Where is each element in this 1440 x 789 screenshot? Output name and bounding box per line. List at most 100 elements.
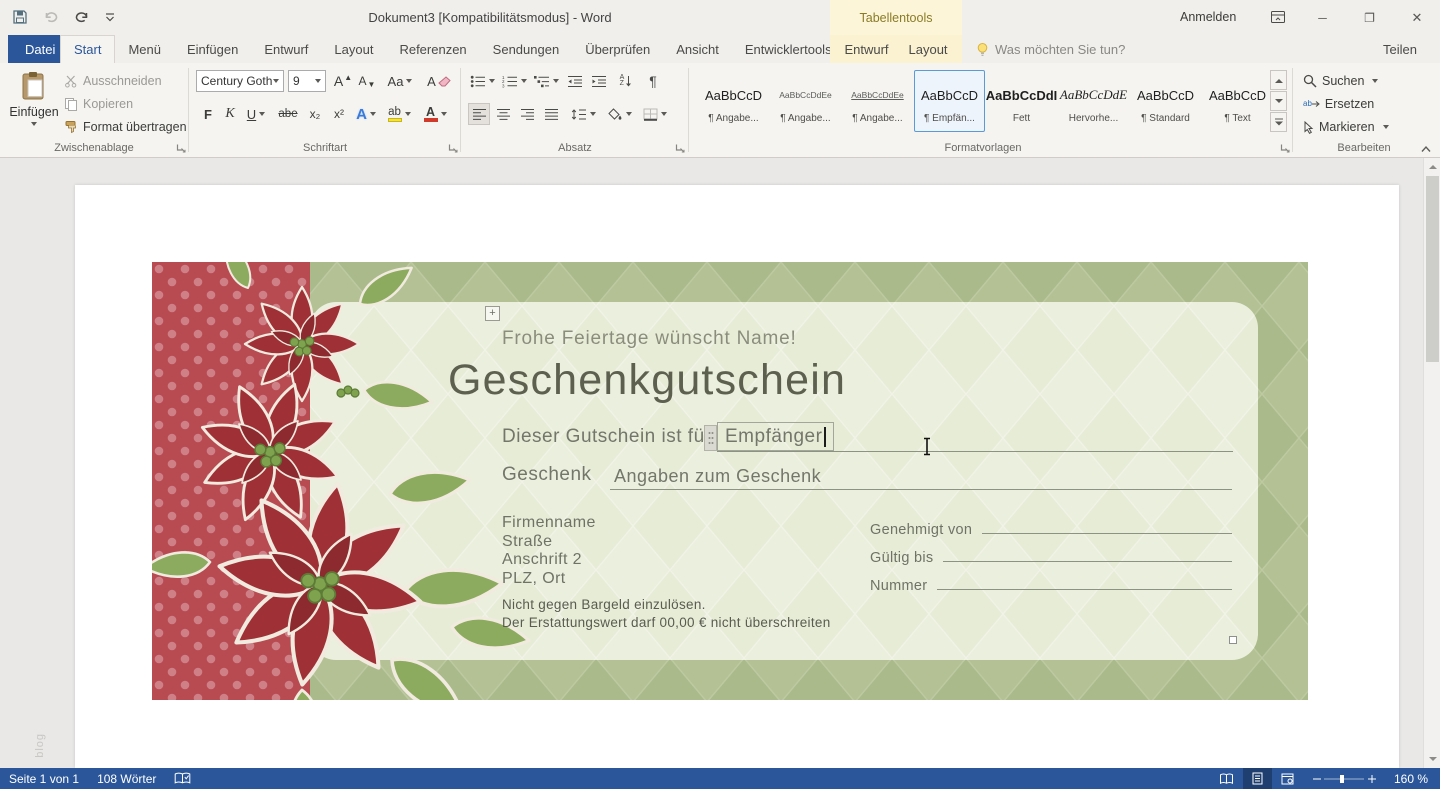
borders-button[interactable] [640,103,670,125]
styles-scroll-up-button[interactable] [1270,70,1287,90]
ribbon-display-options-icon[interactable] [1270,9,1286,25]
proofing-status-icon[interactable] [165,768,200,789]
paste-button[interactable]: Einfügen [10,69,58,139]
underline-button[interactable]: U [242,103,270,125]
tab-referenzen[interactable]: Referenzen [386,35,479,63]
maximize-button[interactable]: ❐ [1347,0,1392,35]
zoom-level[interactable]: 160 % [1385,768,1440,789]
paragraph-dialog-launcher-icon[interactable] [675,143,685,153]
tab-start[interactable]: Start [60,35,115,63]
tab-menue[interactable]: Menü [115,35,174,63]
tab-einfuegen[interactable]: Einfügen [174,35,251,63]
sort-button[interactable]: AZ [614,70,638,92]
approval-fields[interactable]: Genehmigt von Gültig bis Nummer [870,510,1232,594]
bullets-button[interactable] [468,70,496,92]
style-item[interactable]: AaBbCcD¶ Text [1202,70,1273,132]
style-item[interactable]: AaBbCcD¶ Angabe... [698,70,769,132]
web-layout-view-icon[interactable] [1272,768,1303,789]
table-resize-handle[interactable] [1229,636,1237,644]
numbering-button[interactable]: 123 [500,70,528,92]
gift-value[interactable]: Angaben zum Geschenk [614,466,821,487]
find-button[interactable]: Suchen [1303,74,1378,88]
word-count[interactable]: 108 Wörter [88,768,165,789]
undo-icon[interactable] [43,10,59,24]
style-item[interactable]: AaBbCcDdEe¶ Angabe... [770,70,841,132]
font-size-combo[interactable]: 9 [288,70,326,92]
scroll-thumb[interactable] [1426,176,1439,362]
line-spacing-button[interactable] [568,103,598,125]
copy-button[interactable]: Kopieren [64,97,133,111]
styles-scroll-down-button[interactable] [1270,91,1287,111]
recipient-field[interactable]: Empfänger [717,422,834,451]
font-color-button[interactable]: A [420,103,450,125]
tab-tabellentools-layout[interactable]: Layout [899,35,958,63]
clipboard-dialog-launcher-icon[interactable] [176,143,186,153]
shrink-font-button[interactable]: A▼ [356,70,378,92]
align-center-button[interactable] [492,103,514,125]
tab-layout[interactable]: Layout [321,35,386,63]
vertical-scrollbar[interactable] [1423,158,1440,768]
cut-button[interactable]: Ausschneiden [64,74,162,88]
style-item[interactable]: AaBbCcDdEHervorhe... [1058,70,1129,132]
company-block[interactable]: Firmenname Straße Anschrift 2 PLZ, Ort [502,514,596,588]
minimize-button[interactable]: ─ [1300,0,1345,35]
close-button[interactable]: ✕ [1394,0,1440,35]
align-right-button[interactable] [516,103,538,125]
tab-entwurf[interactable]: Entwurf [251,35,321,63]
shading-button[interactable] [604,103,634,125]
grow-font-button[interactable]: A▲ [332,70,354,92]
gift-certificate[interactable]: + Frohe Feiertage wünscht Name! Geschenk… [152,262,1308,700]
multilevel-list-button[interactable] [532,70,560,92]
font-dialog-launcher-icon[interactable] [448,143,458,153]
ribbon-tab-row: Datei Start Menü Einfügen Entwurf Layout… [0,35,1440,63]
save-icon[interactable] [12,9,28,25]
style-item[interactable]: AaBbCcDdIFett [986,70,1057,132]
gift-label: Geschenk [502,464,592,486]
scroll-down-button[interactable] [1424,751,1440,768]
clear-formatting-button[interactable]: A [424,70,454,92]
justify-button[interactable] [540,103,562,125]
italic-button[interactable]: K [220,103,240,125]
increase-indent-button[interactable] [588,70,610,92]
share-button[interactable]: Teilen [1370,35,1430,63]
text-effects-button[interactable]: A [354,103,378,125]
subscript-button[interactable]: x₂ [304,103,326,125]
scroll-up-button[interactable] [1424,158,1440,175]
tab-sendungen[interactable]: Sendungen [480,35,573,63]
highlight-color-button[interactable]: ab [384,103,414,125]
table-move-handle[interactable]: + [485,306,500,321]
superscript-button[interactable]: x² [328,103,350,125]
sign-in-link[interactable]: Anmelden [1180,10,1236,24]
tab-ansicht[interactable]: Ansicht [663,35,732,63]
group-separator [460,68,461,152]
format-painter-button[interactable]: Format übertragen [64,120,187,134]
strikethrough-button[interactable]: abe [274,103,302,125]
styles-more-button[interactable] [1270,112,1287,132]
page-indicator[interactable]: Seite 1 von 1 [0,768,88,789]
redo-icon[interactable] [74,10,90,24]
zoom-slider[interactable] [1303,768,1385,789]
bold-button[interactable]: F [198,103,218,125]
document-area[interactable]: blog [0,158,1440,768]
style-item-selected[interactable]: AaBbCcD¶ Empfän... [914,70,985,132]
content-control-handle[interactable] [704,425,717,451]
font-family-combo[interactable]: Century Goth [196,70,284,92]
tell-me-box[interactable]: Was möchten Sie tun? [976,35,1125,63]
styles-dialog-launcher-icon[interactable] [1280,143,1290,153]
change-case-button[interactable]: Aa [384,70,416,92]
select-button[interactable]: Markieren [1303,120,1389,134]
style-item[interactable]: AaBbCcD¶ Standard [1130,70,1201,132]
read-mode-view-icon[interactable] [1210,768,1243,789]
decrease-indent-button[interactable] [564,70,586,92]
align-left-button[interactable] [468,103,490,125]
collapse-ribbon-icon[interactable] [1420,145,1432,153]
tab-entwicklertools[interactable]: Entwicklertools [732,35,845,63]
scissors-icon [64,74,78,88]
tab-tabellentools-entwurf[interactable]: Entwurf [834,35,898,63]
print-layout-view-icon[interactable] [1243,768,1272,789]
show-paragraph-marks-button[interactable]: ¶ [642,70,664,92]
customize-qat-icon[interactable] [105,12,115,22]
replace-button[interactable]: ab Ersetzen [1303,97,1374,111]
style-item[interactable]: AaBbCcDdEe¶ Angabe... [842,70,913,132]
tab-ueberpruefen[interactable]: Überprüfen [572,35,663,63]
